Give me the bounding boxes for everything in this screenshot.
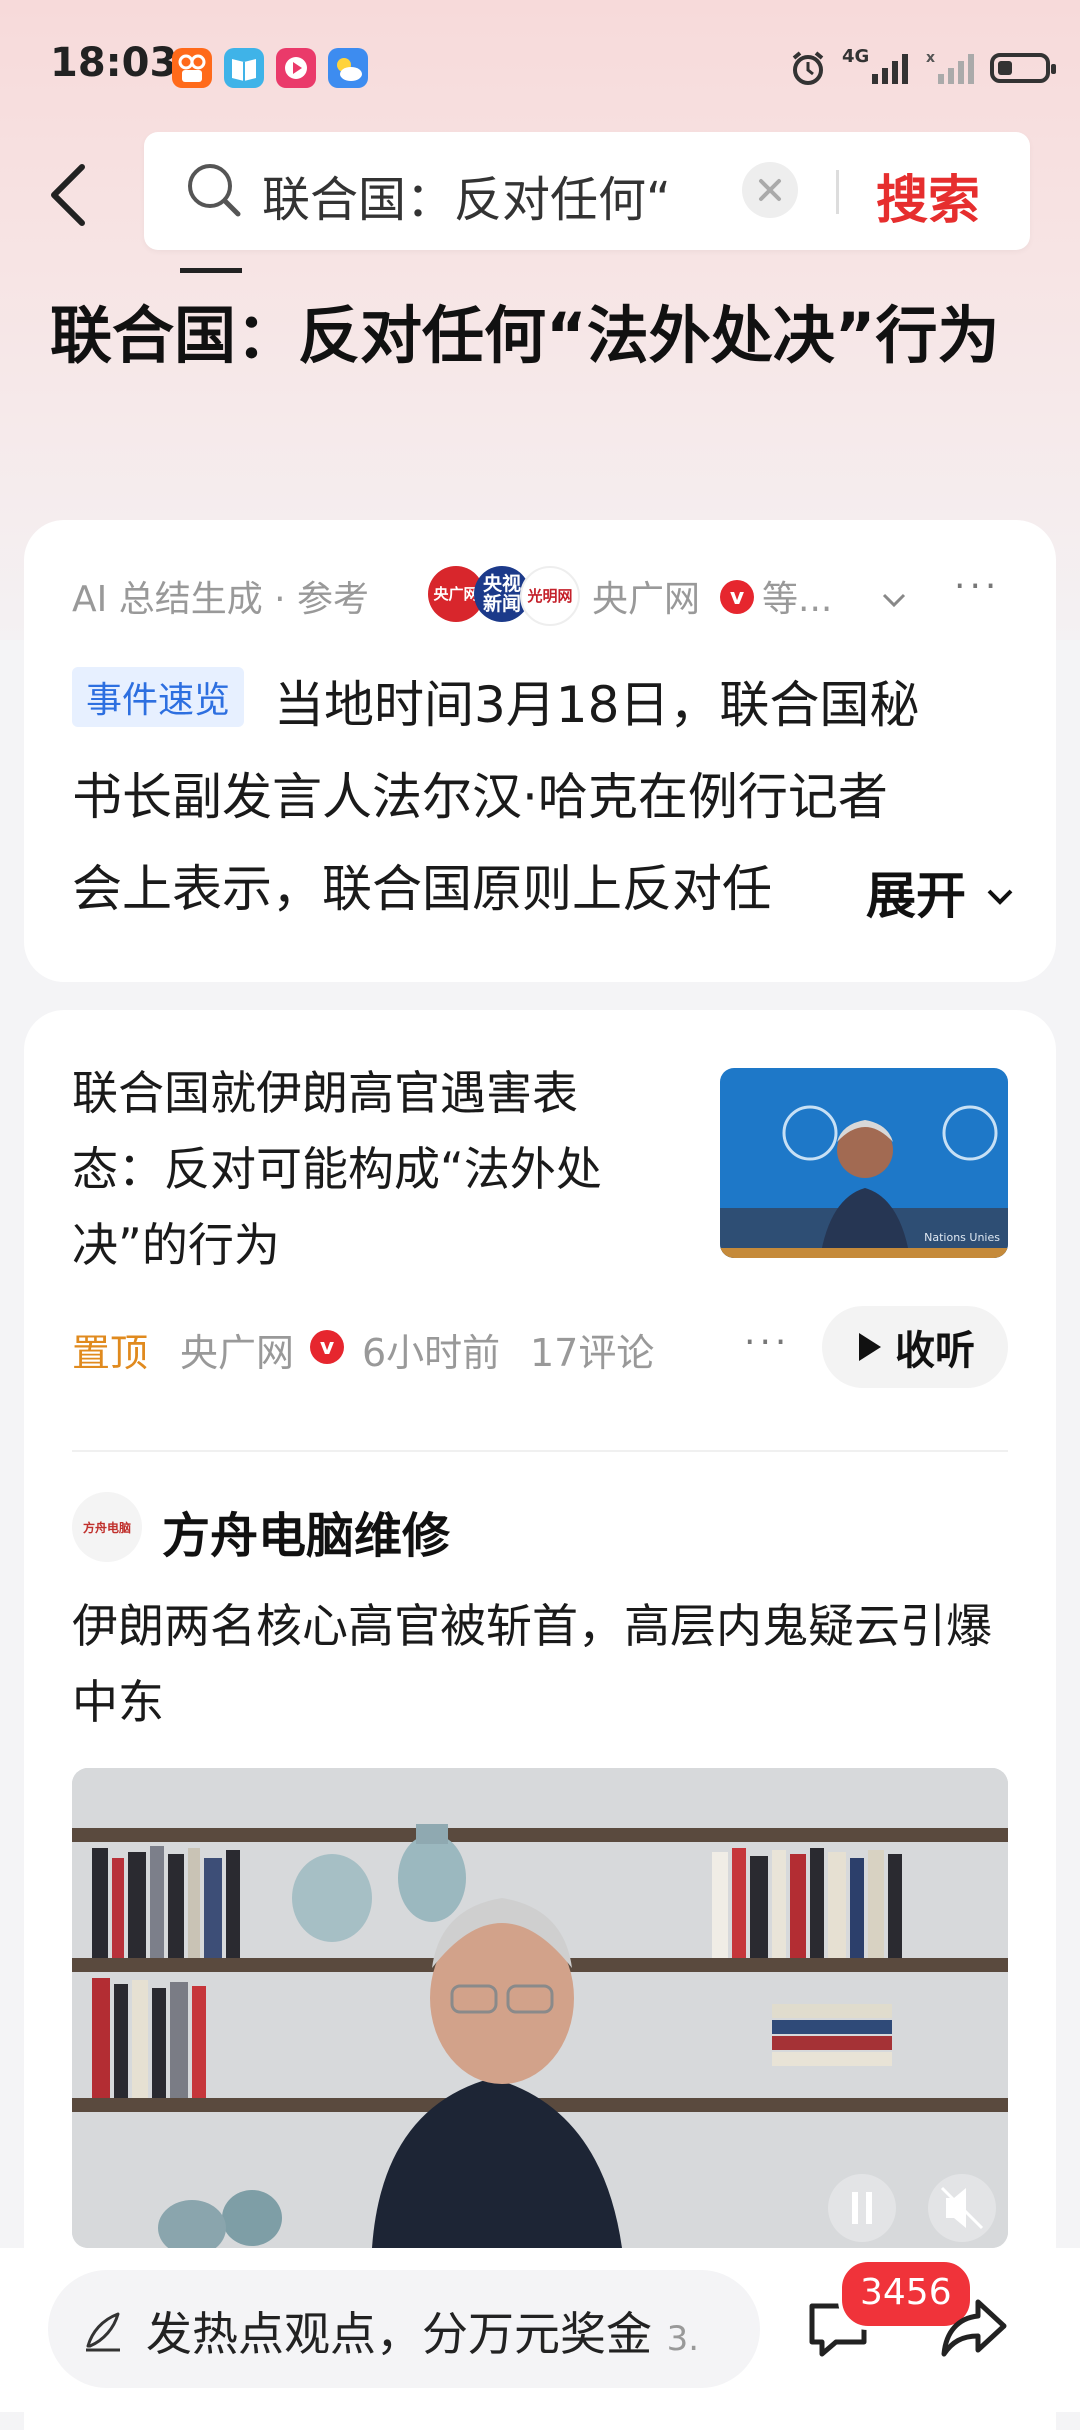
search-divider xyxy=(836,170,839,214)
signal-nosim-icon: x xyxy=(926,50,974,84)
comment-placeholder[interactable]: 发热点观点，分万元奖金 3. xyxy=(146,2298,699,2364)
chevron-down-icon[interactable] xyxy=(876,582,912,618)
play-icon xyxy=(859,1333,881,1361)
weather-icon xyxy=(328,48,368,88)
post-text[interactable]: 伊朗两名核心高官被斩首，高层内鬼疑云引爆中东 xyxy=(72,1588,1012,1740)
pinned-label: 置顶 xyxy=(72,1331,149,1375)
ai-source-name: 央广网 xyxy=(592,579,701,620)
news-comment-count[interactable]: 17评论 xyxy=(530,1322,654,1377)
title-dash xyxy=(180,268,242,273)
status-time: 18:03 xyxy=(50,40,178,86)
status-bar: 18:03 4G x xyxy=(0,0,1080,130)
divider xyxy=(72,1450,1008,1452)
book-reader-icon xyxy=(224,48,264,88)
more-options-icon[interactable]: ··· xyxy=(954,566,1000,607)
video-frame xyxy=(72,1768,1008,2248)
listen-button[interactable]: 收听 xyxy=(822,1306,1008,1388)
share-icon[interactable] xyxy=(938,2292,1010,2364)
news-headline[interactable]: 联合国就伊朗高官遇害表态：反对可能构成“法外处决”的行为 xyxy=(72,1055,642,1283)
source-logo-gmw: 光明网 xyxy=(520,566,580,626)
verified-icon: v xyxy=(720,580,754,614)
kuaishou-icon xyxy=(172,48,212,88)
news-time: 6小时前 xyxy=(362,1331,501,1375)
video-player[interactable] xyxy=(72,1768,1008,2248)
author-name[interactable]: 方舟电脑维修 xyxy=(162,1496,450,1566)
signal-4g-icon: 4G xyxy=(842,48,912,88)
battery-icon xyxy=(990,53,1056,83)
chevron-down-icon xyxy=(988,889,1013,905)
verified-icon: v xyxy=(310,1330,344,1364)
expand-button[interactable]: 展开 xyxy=(846,856,1018,928)
ai-summary-line-1: 当地时间3月18日，联合国秘 xyxy=(274,676,920,734)
pen-icon xyxy=(86,2312,120,2352)
search-input[interactable]: 联合国：反对任何“ xyxy=(262,160,722,230)
ai-summary-meta: AI 总结生成 · 参考 xyxy=(72,579,370,620)
news-thumbnail[interactable]: Nations Unies xyxy=(720,1068,1008,1258)
news-source[interactable]: 央广网 xyxy=(180,1322,294,1377)
alarm-icon xyxy=(792,51,824,85)
ai-summary-line-3: 会上表示，联合国原则上反对任 xyxy=(72,860,772,918)
search-button[interactable]: 搜索 xyxy=(876,158,980,233)
clear-search-button[interactable] xyxy=(742,162,798,218)
thumb-caption: Nations Unies xyxy=(924,1231,1000,1244)
event-overview-tag: 事件速览 xyxy=(72,667,245,727)
video-play-icon xyxy=(276,48,316,88)
expand-label: 展开 xyxy=(866,867,966,925)
svg-text:x: x xyxy=(926,50,935,66)
author-avatar[interactable]: 方舟电脑 xyxy=(72,1492,142,1562)
ai-summary-line-2: 书长副发言人法尔汉·哈克在例行记者 xyxy=(72,768,888,826)
back-button[interactable] xyxy=(46,155,106,235)
page-title: 联合国：反对任何“法外处决”行为 xyxy=(50,299,1000,372)
search-icon xyxy=(188,164,241,217)
ai-source-suffix: 等... xyxy=(762,579,833,620)
status-indicators: 4G x xyxy=(788,48,1056,88)
close-icon xyxy=(759,179,781,201)
more-options-icon[interactable]: ··· xyxy=(744,1322,790,1363)
listen-label: 收听 xyxy=(895,1328,975,1374)
